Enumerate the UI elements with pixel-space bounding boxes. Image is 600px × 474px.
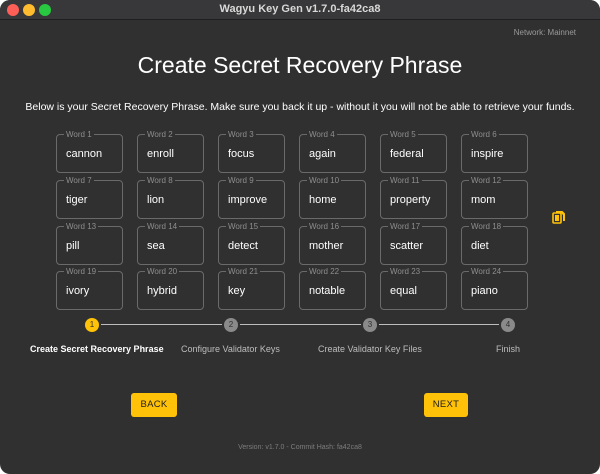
word-field[interactable]: Word 24 piano: [461, 266, 528, 310]
word-field-value: federal: [390, 148, 424, 160]
word-field-label: Word 5: [388, 129, 418, 140]
word-field[interactable]: Word 17 scatter: [380, 221, 447, 265]
word-field-label: Word 15: [226, 221, 261, 232]
step-label: Create Secret Recovery Phrase: [30, 344, 164, 354]
word-field[interactable]: Word 9 improve: [218, 175, 285, 219]
word-field-value: inspire: [471, 148, 504, 160]
word-field-value: property: [390, 194, 431, 206]
word-field[interactable]: Word 22 notable: [299, 266, 366, 310]
word-field[interactable]: Word 16 mother: [299, 221, 366, 265]
back-button[interactable]: BACK: [131, 393, 177, 417]
word-field-label: Word 10: [307, 175, 342, 186]
word-field-label: Word 11: [388, 175, 422, 186]
step-label: Create Validator Key Files: [318, 344, 422, 354]
step-number-badge: 3: [363, 318, 377, 332]
word-field-label: Word 23: [388, 266, 423, 277]
word-field[interactable]: Word 23 equal: [380, 266, 447, 310]
page-instructions: Below is your Secret Recovery Phrase. Ma…: [25, 101, 575, 113]
word-field[interactable]: Word 12 mom: [461, 175, 528, 219]
next-button[interactable]: NEXT: [424, 393, 468, 417]
word-field-label: Word 1: [64, 129, 94, 140]
word-field-label: Word 18: [469, 221, 504, 232]
word-field-label: Word 16: [307, 221, 342, 232]
word-field[interactable]: Word 4 again: [299, 129, 366, 173]
word-field-value: notable: [309, 285, 346, 297]
word-field[interactable]: Word 3 focus: [218, 129, 285, 173]
stepper-connector: [379, 324, 499, 325]
stepper-connector: [101, 324, 222, 325]
word-field-value: diet: [471, 240, 489, 252]
word-field-label: Word 13: [64, 221, 99, 232]
word-field-value: hybrid: [147, 285, 177, 297]
window-title: Wagyu Key Gen v1.7.0-fa42ca8: [219, 3, 381, 15]
word-field-label: Word 20: [145, 266, 180, 277]
word-field-label: Word 22: [307, 266, 342, 277]
version-footer: Version: v1.7.0 - Commit Hash: fa42ca8: [238, 444, 362, 451]
page-title: Create Secret Recovery Phrase: [137, 52, 463, 78]
word-field-label: Word 2: [145, 129, 175, 140]
word-field-value: detect: [228, 240, 258, 252]
word-field-value: pill: [66, 240, 80, 252]
word-field-value: piano: [471, 285, 498, 297]
word-field[interactable]: Word 2 enroll: [137, 129, 204, 173]
word-field[interactable]: Word 18 diet: [461, 221, 528, 265]
stepper-connector: [240, 324, 361, 325]
step-label: Configure Validator Keys: [181, 344, 280, 354]
word-field-label: Word 3: [226, 129, 256, 140]
word-field[interactable]: Word 6 inspire: [461, 129, 528, 173]
word-field[interactable]: Word 5 federal: [380, 129, 447, 173]
word-field[interactable]: Word 8 lion: [137, 175, 204, 219]
network-indicator: Network: Mainnet: [513, 28, 576, 37]
word-field-label: Word 24: [469, 266, 504, 277]
word-field-label: Word 7: [64, 175, 94, 186]
app-window: Wagyu Key Gen v1.7.0-fa42ca8 Network: Ma…: [0, 0, 600, 474]
word-field-value: improve: [228, 194, 268, 206]
copy-icon-glyph: [552, 211, 565, 224]
word-field-label: Word 19: [64, 266, 99, 277]
word-field-value: mother: [309, 240, 344, 252]
word-field-value: ivory: [66, 285, 90, 297]
word-field-label: Word 8: [145, 175, 175, 186]
word-field-value: key: [228, 285, 246, 297]
word-field-value: sea: [147, 240, 165, 252]
title-bar: Wagyu Key Gen v1.7.0-fa42ca8: [0, 0, 600, 20]
word-field[interactable]: Word 19 ivory: [56, 266, 123, 310]
word-field-value: cannon: [66, 148, 103, 160]
word-field[interactable]: Word 21 key: [218, 266, 285, 310]
word-field-label: Word 12: [469, 175, 504, 186]
word-field-label: Word 6: [469, 129, 499, 140]
word-field-value: home: [309, 194, 337, 206]
word-field[interactable]: Word 13 pill: [56, 221, 123, 265]
word-field-label: Word 17: [388, 221, 423, 232]
word-field-value: enroll: [147, 148, 174, 160]
word-field[interactable]: Word 1 cannon: [56, 129, 123, 173]
copy-icon[interactable]: [551, 209, 567, 225]
word-field[interactable]: Word 15 detect: [218, 221, 285, 265]
word-field-value: focus: [228, 148, 255, 160]
step-label: Finish: [496, 344, 521, 354]
word-field-value: scatter: [390, 240, 424, 252]
step-number-badge: 1: [85, 318, 99, 332]
word-field[interactable]: Word 7 tiger: [56, 175, 123, 219]
word-field[interactable]: Word 10 home: [299, 175, 366, 219]
word-field-value: equal: [390, 285, 417, 297]
word-field[interactable]: Word 11 property: [380, 175, 447, 219]
step-number-badge: 4: [501, 318, 515, 332]
word-field-label: Word 4: [307, 129, 337, 140]
word-field-value: mom: [471, 194, 496, 206]
word-field[interactable]: Word 20 hybrid: [137, 266, 204, 310]
word-field-value: tiger: [66, 194, 88, 206]
word-field-value: lion: [147, 194, 165, 206]
word-field-label: Word 21: [226, 266, 261, 277]
word-field-label: Word 14: [145, 221, 180, 232]
word-field[interactable]: Word 14 sea: [137, 221, 204, 265]
word-field-value: again: [309, 148, 336, 160]
step-number-badge: 2: [224, 318, 238, 332]
word-field-label: Word 9: [226, 175, 256, 186]
